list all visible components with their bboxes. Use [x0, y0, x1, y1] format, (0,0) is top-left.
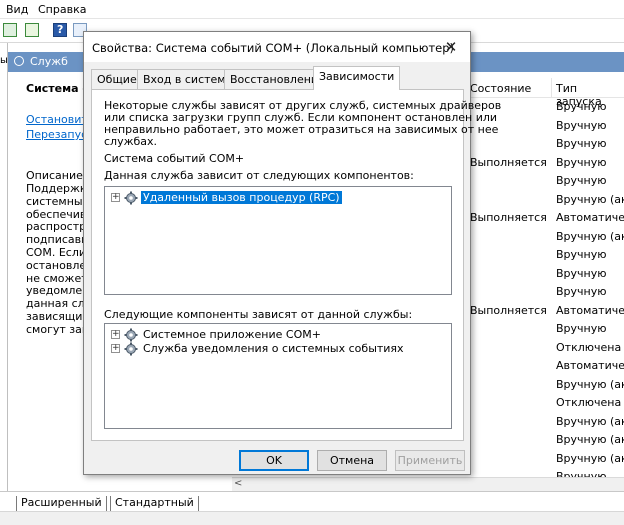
tree-item-label[interactable]: Системное приложение COM+ — [143, 328, 321, 341]
row-startup-type: Вручную (ак. — [556, 433, 624, 446]
gear-icon — [124, 191, 138, 205]
row-startup-type: Вручную — [556, 137, 607, 150]
tab-standard[interactable]: Стандартный — [110, 496, 199, 512]
services-header-title: Служб — [14, 55, 68, 68]
export-list-icon[interactable] — [25, 23, 39, 37]
info-line-3: неправильно работает, это может отразить… — [104, 123, 499, 136]
depends-on-tree[interactable]: + Удаленный вызов процедур (RPC) — [104, 186, 452, 295]
dialog-title: Свойства: Система событий COM+ (Локальны… — [92, 41, 455, 55]
tree-item-label[interactable]: Служба уведомления о системных событиях — [143, 342, 404, 355]
row-status: Выполняется — [470, 303, 547, 317]
tab-general[interactable]: Общие — [91, 69, 143, 89]
info-line-4: службах. — [104, 135, 158, 148]
dependencies-panel: Некоторые службы зависят от других служб… — [91, 89, 501, 441]
row-startup-type: Вручную (ак. — [556, 377, 624, 391]
row-startup-type: Вручную (ак. — [556, 229, 624, 243]
tree-item-label[interactable]: Удаленный вызов процедур (RPC) — [141, 191, 342, 204]
menu-view[interactable]: Вид — [6, 3, 28, 16]
row-startup-type: Автоматиче.. — [556, 303, 624, 317]
tab-logon[interactable]: Вход в систему — [137, 69, 239, 89]
row-startup-type: Автоматиче.. — [556, 359, 624, 372]
row-startup-type: Вручную — [556, 155, 607, 169]
expand-icon[interactable]: + — [111, 330, 120, 339]
gear-icon — [124, 342, 138, 356]
apply-button[interactable]: Применить — [395, 450, 465, 471]
row-startup-type: Автоматиче.. — [556, 211, 624, 224]
scroll-left-icon[interactable]: < — [234, 478, 242, 489]
row-startup-type: Вручную (ак. — [556, 414, 624, 428]
row-startup-type: Вручную (ак. — [556, 192, 624, 206]
row-startup-type: Отключена — [556, 396, 622, 409]
row-status: Выполняется — [470, 211, 547, 224]
row-startup-type: Вручную — [556, 285, 607, 298]
tree-pane-fragment: ы — [0, 55, 8, 66]
expand-icon[interactable]: + — [111, 193, 120, 202]
horizontal-scrollbar[interactable]: < — [232, 477, 624, 491]
depends-on-label: Данная служба зависит от следующих компо… — [104, 169, 414, 182]
status-bar — [0, 511, 624, 525]
dialog-title-bar: Свойства: Система событий COM+ (Локальны… — [84, 32, 470, 62]
row-startup-type: Вручную — [556, 174, 607, 187]
gear-icon — [124, 328, 138, 342]
dependents-label: Следующие компоненты зависят от данной с… — [104, 308, 413, 321]
refresh-icon[interactable] — [3, 23, 17, 37]
ok-button[interactable]: OK — [239, 450, 309, 471]
help-icon[interactable]: ? — [53, 23, 67, 37]
menu-help[interactable]: Справка — [38, 3, 86, 16]
column-divider — [551, 78, 552, 98]
row-startup-type: Отключена — [556, 340, 622, 354]
row-startup-type: Вручную — [556, 100, 607, 113]
tab-extended[interactable]: Расширенный — [16, 496, 107, 512]
cancel-button[interactable]: Отмена — [317, 450, 387, 471]
row-startup-type: Вручную — [556, 248, 607, 261]
expand-icon[interactable]: + — [111, 344, 120, 353]
dependents-tree[interactable]: + Системное приложение COM+ + Служба уве… — [104, 323, 452, 429]
row-startup-type: Вручную — [556, 322, 607, 335]
properties-dialog: Свойства: Система событий COM+ (Локальны… — [83, 31, 501, 475]
search-icon — [14, 56, 24, 66]
menu-bar: Вид Справка — [0, 0, 624, 19]
tree-pane-edge: ы — [0, 43, 8, 500]
row-startup-type: Вручную — [556, 266, 607, 280]
service-name: Система событий COM+ — [104, 152, 245, 165]
row-startup-type: Вручную (ак. — [556, 451, 624, 465]
column-status[interactable]: Состояние — [470, 82, 531, 95]
row-startup-type: Вручную — [556, 118, 607, 132]
close-icon[interactable]: ✕ — [440, 37, 462, 57]
tab-dependencies[interactable]: Зависимости — [313, 66, 401, 90]
row-status: Выполняется — [470, 155, 547, 169]
